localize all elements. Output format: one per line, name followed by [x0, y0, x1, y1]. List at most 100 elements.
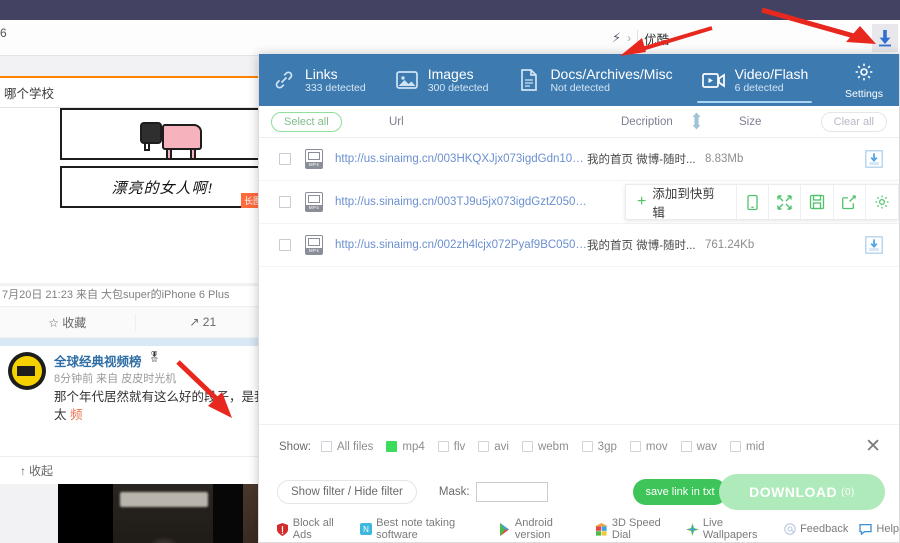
row-url[interactable]: http://us.sinaimg.cn/003HKQXJjx073igdGdn…: [335, 153, 587, 165]
table-row[interactable]: MP4 http://us.sinaimg.cn/003TJ9u5jx073ig…: [259, 181, 899, 224]
weibo-post-text-highlight: 频: [70, 408, 83, 422]
filter-webm[interactable]: webm: [522, 441, 569, 453]
checkbox[interactable]: [438, 441, 449, 452]
row-url[interactable]: http://us.sinaimg.cn/002zh4lcjx072Pyaf9B…: [335, 239, 587, 251]
download-button-label: DOWNLOAD: [749, 484, 837, 500]
promo-best-note-taking[interactable]: N Best note taking software: [360, 517, 488, 541]
add-to-quick-clip-button[interactable]: + 添加到快剪辑: [626, 185, 737, 219]
column-header-url[interactable]: Url: [389, 116, 404, 128]
camera-icon: [17, 366, 35, 376]
checkbox[interactable]: [478, 441, 489, 452]
chevron-right-icon: ›: [627, 31, 631, 45]
filter-flv[interactable]: flv: [438, 441, 466, 453]
weibo-share-action[interactable]: ↗ 21: [136, 315, 271, 329]
filter-mov[interactable]: mov: [630, 441, 668, 453]
address-bar-text[interactable]: 优酷: [644, 29, 868, 48]
phone-icon[interactable]: [737, 185, 769, 219]
weibo-action-bar: ☆ 收藏 ↗ 21: [0, 306, 270, 338]
filter-label: 3gp: [598, 441, 617, 453]
save-disk-icon[interactable]: [801, 185, 833, 219]
sort-arrows-icon[interactable]: [689, 112, 704, 133]
promo-label: 3D Speed Dial: [612, 517, 675, 541]
tab-images-title: Images: [428, 66, 489, 82]
filter-3gp[interactable]: 3gp: [582, 441, 617, 453]
weibo-video-thumbnail[interactable]: [58, 484, 270, 543]
tab-settings[interactable]: Settings: [831, 54, 899, 106]
verified-badge-icon: 🎖: [148, 352, 161, 363]
column-header-size[interactable]: Size: [739, 116, 761, 128]
download-button[interactable]: DOWNLOAD (0): [719, 474, 885, 510]
thumbnail-region: [58, 484, 113, 543]
download-arrow-icon: [877, 29, 893, 47]
row-description: 我的首页 微博-随时...: [587, 237, 705, 253]
weibo-post-meta: 7月20日 21:23 来自 大包super的iPhone 6 Plus: [0, 286, 270, 306]
tab-images[interactable]: Images 300 detected: [384, 54, 499, 106]
row-url[interactable]: http://us.sinaimg.cn/003TJ9u5jx073igdGzt…: [335, 196, 587, 208]
promo-help[interactable]: Help: [859, 523, 899, 536]
svg-text:N: N: [363, 525, 369, 534]
wallpaper-icon: [686, 523, 699, 536]
lightning-icon: ⚡: [612, 30, 621, 46]
mask-input[interactable]: [476, 482, 548, 502]
weibo-collapse-button[interactable]: ↑ 收起: [0, 456, 270, 484]
checkbox[interactable]: [321, 441, 332, 452]
checkbox[interactable]: [681, 441, 692, 452]
gear-icon[interactable]: [866, 185, 898, 219]
checkbox[interactable]: [630, 441, 641, 452]
table-row[interactable]: MP4 http://us.sinaimg.cn/002zh4lcjx072Py…: [259, 224, 899, 267]
pig-leg-shape: [190, 148, 196, 160]
promo-block-all-ads[interactable]: Block all Ads: [277, 517, 349, 541]
share-icon: ↗: [189, 315, 199, 329]
checkbox[interactable]: [582, 441, 593, 452]
promo-android-version[interactable]: Android version: [499, 517, 584, 541]
select-all-button[interactable]: Select all: [271, 112, 342, 132]
expand-icon[interactable]: [769, 185, 801, 219]
thumbnail-blur-bar: [120, 492, 208, 507]
filter-mid[interactable]: mid: [730, 441, 765, 453]
promo-live-wallpapers[interactable]: Live Wallpapers: [686, 517, 772, 541]
add-to-quick-clip-label: 添加到快剪辑: [652, 183, 725, 221]
table-row[interactable]: MP4 http://us.sinaimg.cn/003HKQXJjx073ig…: [259, 138, 899, 181]
row-checkbox[interactable]: [279, 196, 291, 208]
tab-links[interactable]: Links 333 detected: [259, 54, 376, 106]
promo-label: Live Wallpapers: [703, 517, 772, 541]
row-checkbox[interactable]: [279, 153, 291, 165]
share-export-icon[interactable]: [834, 185, 866, 219]
row-description: 我的首页 微博-随时...: [587, 151, 705, 167]
tab-docs-archives-misc[interactable]: Docs/Archives/Misc Not detected: [506, 54, 682, 106]
row-checkbox[interactable]: [279, 239, 291, 251]
show-hide-filter-button[interactable]: Show filter / Hide filter: [277, 480, 417, 504]
save-link-in-txt-button[interactable]: save link in txt: [633, 479, 727, 505]
checkbox[interactable]: [730, 441, 741, 452]
weibo-post-author[interactable]: 全球经典视频榜: [54, 351, 142, 370]
browser-download-button[interactable]: [872, 24, 898, 52]
row-hover-toolbar: + 添加到快剪辑: [625, 184, 899, 220]
weibo-search-input[interactable]: 哪个学校: [0, 78, 270, 108]
tab-settings-label: Settings: [845, 86, 883, 102]
promo-3d-speed-dial[interactable]: 3D Speed Dial: [595, 517, 675, 541]
filter-all-files[interactable]: All files: [321, 441, 373, 453]
checkbox[interactable]: [386, 441, 397, 452]
table-header: Select all Url Decription Size Clear all: [259, 106, 899, 138]
filter-mp4[interactable]: mp4: [386, 441, 424, 453]
promo-label: Help: [876, 523, 899, 535]
filter-wav[interactable]: wav: [681, 441, 717, 453]
download-box-icon[interactable]: [865, 236, 883, 254]
clear-all-button[interactable]: Clear all: [821, 112, 887, 132]
address-bar[interactable]: ⚡ › 优酷 ⌕: [612, 26, 882, 50]
download-box-icon[interactable]: [865, 150, 883, 168]
show-label: Show:: [279, 441, 311, 453]
avatar[interactable]: [8, 352, 46, 390]
file-list: MP4 http://us.sinaimg.cn/003HKQXJjx073ig…: [259, 138, 899, 424]
checkbox[interactable]: [522, 441, 533, 452]
weibo-favorite-action[interactable]: ☆ 收藏: [0, 314, 136, 331]
link-icon: [271, 67, 297, 93]
column-header-description[interactable]: Decription: [621, 116, 673, 128]
tab-video-flash[interactable]: Video/Flash 6 detected: [691, 54, 819, 106]
close-icon[interactable]: ✕: [865, 437, 881, 456]
promo-label: Feedback: [800, 523, 848, 535]
promo-link-bar: Block all Ads N Best note taking softwar…: [259, 516, 899, 542]
promo-feedback[interactable]: Feedback: [783, 523, 848, 536]
filter-avi[interactable]: avi: [478, 441, 509, 453]
promo-label: Best note taking software: [376, 517, 488, 541]
